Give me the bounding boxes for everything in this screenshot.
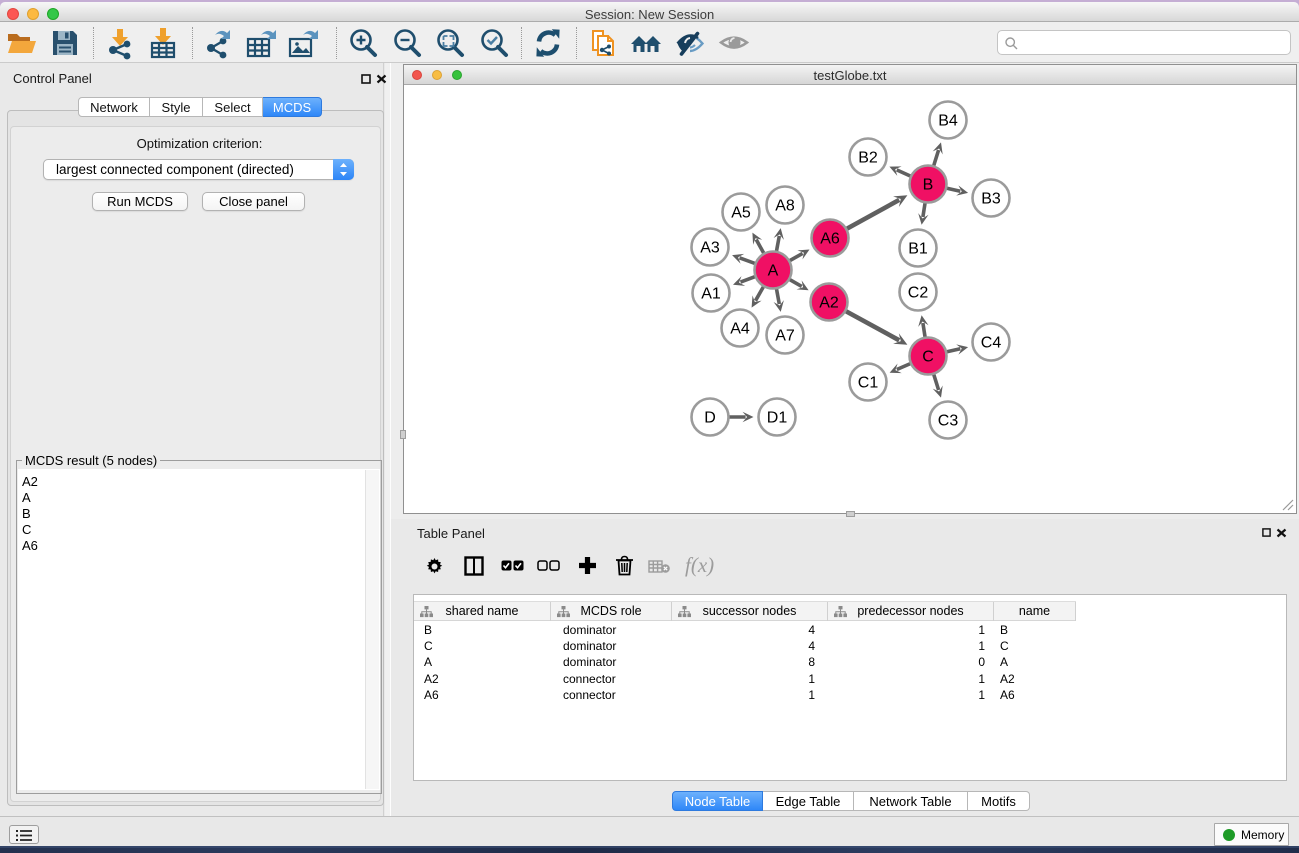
svg-text:A2: A2 [819, 294, 839, 311]
svg-text:B1: B1 [908, 240, 928, 257]
svg-text:B4: B4 [938, 112, 958, 129]
svg-text:A: A [767, 262, 778, 279]
svg-text:A8: A8 [775, 197, 795, 214]
svg-text:C4: C4 [980, 334, 1001, 351]
svg-text:A3: A3 [700, 239, 720, 256]
svg-text:C: C [922, 348, 934, 365]
svg-text:D: D [704, 409, 716, 426]
svg-text:B2: B2 [858, 149, 878, 166]
svg-text:A1: A1 [701, 285, 721, 302]
svg-text:A7: A7 [775, 327, 795, 344]
svg-text:C3: C3 [937, 412, 958, 429]
svg-text:C1: C1 [857, 374, 878, 391]
svg-text:B: B [922, 176, 933, 193]
svg-text:C2: C2 [907, 284, 928, 301]
svg-text:D1: D1 [766, 409, 787, 426]
svg-text:A4: A4 [730, 320, 750, 337]
svg-text:B3: B3 [981, 190, 1001, 207]
svg-text:A6: A6 [820, 230, 840, 247]
svg-text:A5: A5 [731, 204, 751, 221]
